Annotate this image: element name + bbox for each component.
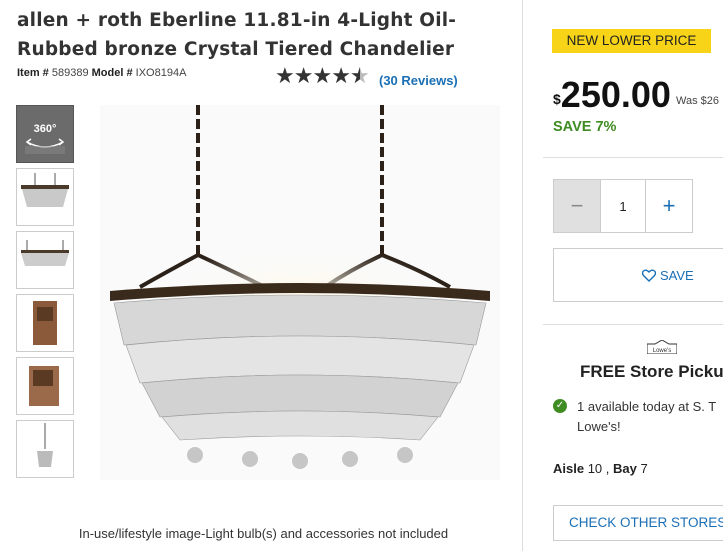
image-caption: In-use/lifestyle image-Light bulb(s) and…	[78, 526, 449, 541]
thumbnail-360[interactable]: 360°	[16, 105, 74, 163]
quantity-input[interactable]: 1	[600, 180, 645, 232]
price-value: 250.00	[560, 74, 671, 115]
currency-symbol: $	[553, 91, 561, 107]
divider	[543, 324, 723, 325]
star-icon: ★	[331, 63, 351, 88]
star-icon: ★	[275, 63, 295, 88]
lowes-logo: Lowe's	[647, 340, 677, 354]
item-number: 589389	[51, 67, 89, 79]
column-divider	[522, 0, 523, 551]
thumbnail-image[interactable]	[16, 168, 74, 226]
chandelier-image	[110, 105, 490, 469]
price-badge: NEW LOWER PRICE	[552, 29, 711, 53]
check-other-stores-button[interactable]: CHECK OTHER STORES	[553, 505, 723, 541]
product-price: $250.00	[553, 75, 671, 115]
free-store-pickup-heading: FREE Store Picku	[580, 362, 723, 381]
chandelier-thumb-icon	[37, 423, 53, 467]
thumbnail-image[interactable]	[16, 420, 74, 478]
decrease-quantity-button[interactable]: −	[554, 180, 600, 232]
save-button-label: SAVE	[660, 267, 694, 283]
model-label: Model #	[91, 67, 133, 79]
item-label: Item #	[17, 67, 49, 79]
aisle-bay-location: Aisle 10 , Bay 7	[553, 461, 648, 476]
thumbnail-360-label: 360°	[33, 123, 57, 135]
product-meta: Item # 589389 Model # IXO8194A	[17, 67, 186, 79]
heart-icon	[642, 269, 656, 282]
product-title: allen + roth Eberline 11.81-in 4-Light O…	[17, 10, 457, 60]
star-icon: ★	[312, 63, 333, 88]
availability-line-2: Lowe's!	[577, 419, 621, 434]
star-rating[interactable]: ★ ★ ★ ★ ★	[275, 63, 370, 89]
thumbnail-image[interactable]	[16, 357, 74, 415]
thumbnail-image[interactable]	[16, 294, 74, 352]
reviews-link[interactable]: (30 Reviews)	[379, 73, 458, 88]
savings-text: SAVE 7%	[553, 119, 617, 135]
main-product-image[interactable]	[100, 105, 500, 480]
svg-text:Lowe's: Lowe's	[653, 348, 672, 354]
chandelier-thumb-icon	[21, 173, 69, 207]
box-thumb-icon	[33, 301, 57, 345]
was-price: Was $26	[676, 95, 720, 107]
bay-label: Bay	[613, 461, 637, 476]
availability-line-1: 1 available today at S. T	[577, 399, 717, 414]
chandelier-thumb-icon	[21, 240, 69, 266]
divider	[543, 157, 723, 158]
check-circle-icon: ✓	[553, 398, 567, 413]
box-thumb-icon	[29, 366, 59, 406]
thumbnail-list: 360°	[16, 105, 76, 483]
increase-quantity-button[interactable]: +	[645, 180, 692, 232]
save-button[interactable]: SAVE	[553, 248, 723, 302]
half-star-icon: ★	[350, 64, 370, 89]
aisle-label: Aisle	[553, 461, 585, 476]
quantity-stepper: − 1 +	[553, 179, 693, 233]
bay-value: 7	[640, 461, 648, 476]
star-icon: ★	[293, 63, 314, 88]
aisle-value: 10	[587, 461, 603, 476]
thumbnail-image[interactable]	[16, 231, 74, 289]
availability: ✓ 1 available today at S. T Lowe's!	[553, 397, 716, 434]
model-number: IXO8194A	[135, 67, 187, 79]
